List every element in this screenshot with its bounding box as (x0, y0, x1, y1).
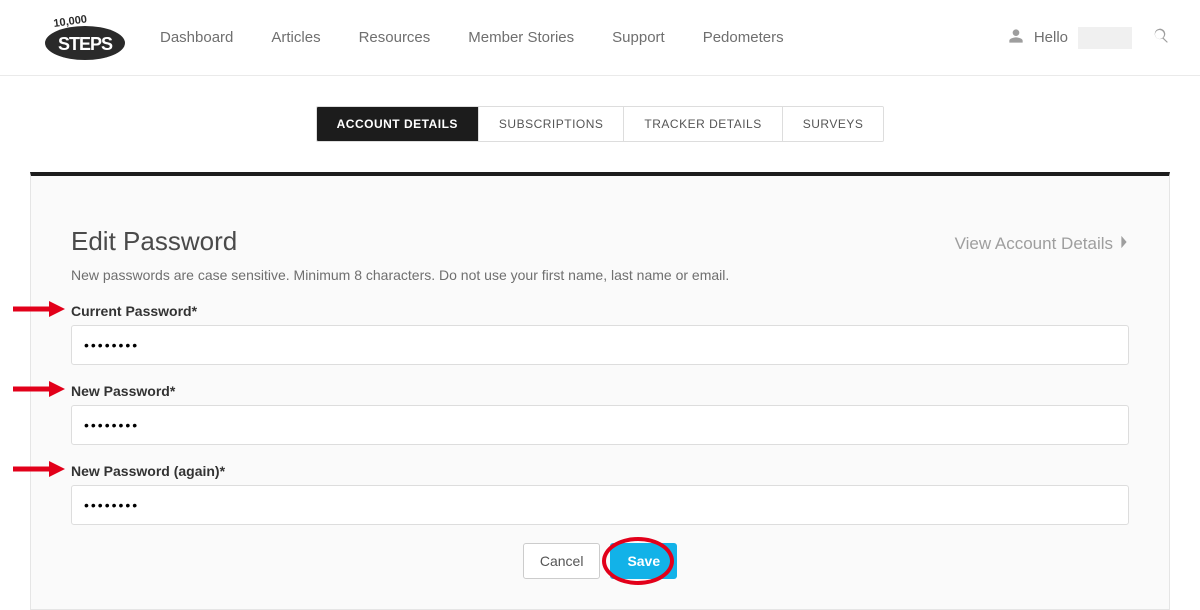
header: 10,000 STEPS Dashboard Articles Resource… (0, 0, 1200, 76)
logo[interactable]: 10,000 STEPS (30, 13, 130, 63)
user-icon (1008, 28, 1024, 48)
search-icon[interactable] (1142, 27, 1170, 49)
tab-surveys[interactable]: SURVEYS (783, 107, 884, 141)
nav-articles[interactable]: Articles (271, 29, 320, 46)
annotation-arrow-icon (13, 379, 65, 399)
new-password-again-label: New Password (again)* (71, 463, 1129, 479)
greeting-text: Hello (1034, 29, 1068, 46)
header-user[interactable]: Hello (1008, 27, 1170, 49)
svg-text:STEPS: STEPS (58, 34, 113, 54)
save-button[interactable]: Save (610, 543, 677, 579)
main-nav: Dashboard Articles Resources Member Stor… (160, 29, 1008, 46)
view-account-details-link[interactable]: View Account Details (955, 234, 1129, 254)
cancel-button[interactable]: Cancel (523, 543, 601, 579)
edit-password-panel: Edit Password New passwords are case sen… (30, 172, 1170, 610)
account-tabs: ACCOUNT DETAILS SUBSCRIPTIONS TRACKER DE… (316, 106, 885, 142)
tab-subscriptions[interactable]: SUBSCRIPTIONS (479, 107, 625, 141)
chevron-right-icon (1119, 234, 1129, 254)
nav-support[interactable]: Support (612, 29, 665, 46)
page-subtitle: New passwords are case sensitive. Minimu… (71, 267, 729, 283)
annotation-arrow-icon (13, 299, 65, 319)
new-password-label: New Password* (71, 383, 1129, 399)
nav-pedometers[interactable]: Pedometers (703, 29, 784, 46)
tab-tracker-details[interactable]: TRACKER DETAILS (624, 107, 782, 141)
tab-account-details[interactable]: ACCOUNT DETAILS (317, 107, 479, 141)
current-password-input[interactable] (71, 325, 1129, 365)
tabs-row: ACCOUNT DETAILS SUBSCRIPTIONS TRACKER DE… (0, 76, 1200, 172)
page-title: Edit Password (71, 226, 729, 257)
nav-member-stories[interactable]: Member Stories (468, 29, 574, 46)
user-name (1078, 27, 1132, 49)
new-password-again-input[interactable] (71, 485, 1129, 525)
nav-dashboard[interactable]: Dashboard (160, 29, 233, 46)
annotation-arrow-icon (13, 459, 65, 479)
current-password-label: Current Password* (71, 303, 1129, 319)
nav-resources[interactable]: Resources (359, 29, 431, 46)
form-buttons: Cancel Save (71, 543, 1129, 579)
new-password-input[interactable] (71, 405, 1129, 445)
view-account-details-label: View Account Details (955, 234, 1113, 254)
